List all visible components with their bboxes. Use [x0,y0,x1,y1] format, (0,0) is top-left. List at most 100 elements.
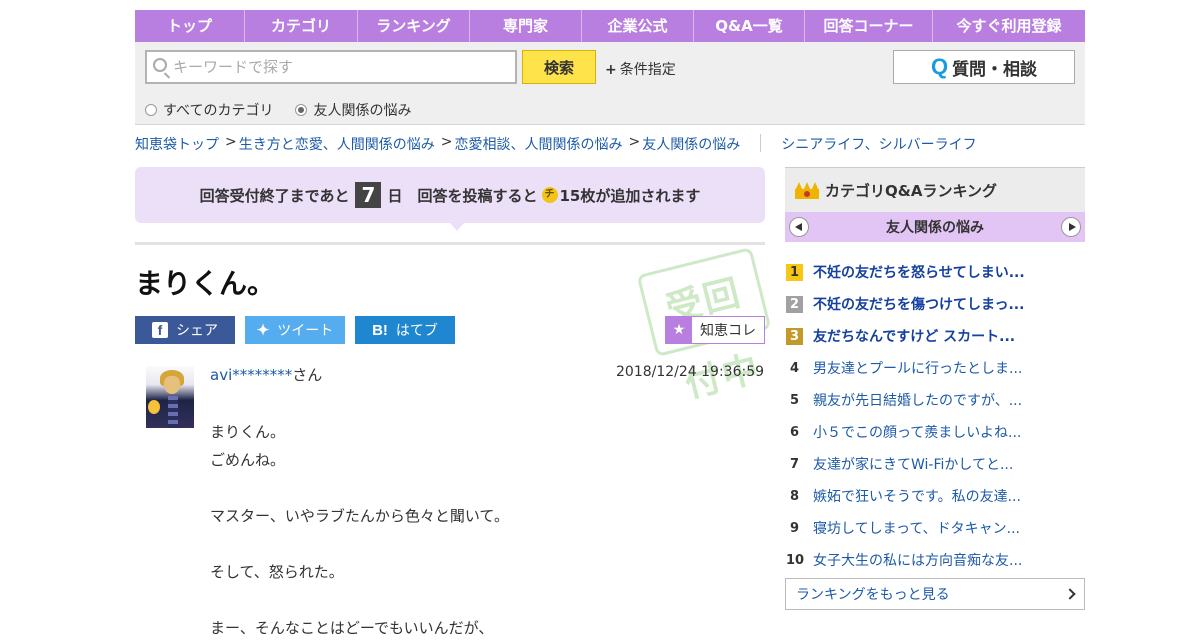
rank-link[interactable]: 女子大生の私には方向音痴な友... [813,550,1022,570]
share-twitter-button[interactable]: ✦ ツイート [245,316,345,344]
rank-number: 5 [789,392,800,408]
ranking-list: 1 不妊の友だちを怒らせてしまい... 2 不妊の友だちを傷つけてしまっ... 3友… [785,256,1085,576]
rank-number: 1 [786,263,803,281]
rank-link[interactable]: 男友達とプールに行ったとしま... [813,358,1022,378]
rank-link[interactable]: 親友が先日結婚したのですが、... [813,390,1022,410]
question-title: まりくん。 [135,267,276,300]
deadline-notice: 回答受付終了まであと 7 日 回答を投稿すると チ 15枚が追加されます [135,167,765,223]
share-label: はてブ [395,323,438,339]
breadcrumb-sep: > [225,134,237,150]
condition-link[interactable]: + 条件指定 [605,59,676,79]
ranking-more-button[interactable]: ランキングをもっと見る [785,578,1085,610]
rank-link[interactable]: 嫉妬で狂いそうです。私の友達... [813,486,1021,506]
list-item[interactable]: 2 不妊の友だちを傷つけてしまっ... [785,288,1085,320]
ranking-category-bar: 友人関係の悩み [785,212,1085,242]
post-date: 2018/12/24 19:36:59 [616,364,765,380]
list-item[interactable]: 9 寝坊してしまって、ドタキャン... [785,512,1085,544]
global-nav: トップ カテゴリ ランキング 専門家 企業公式 Q&A一覧 回答コーナー 今すぐ… [135,10,1085,42]
share-label: シェア [176,323,218,339]
twitter-icon: ✦ [256,322,270,339]
rank-link[interactable]: 小５でこの顔って羨ましいよね... [813,422,1021,442]
next-arrow-icon[interactable] [1061,217,1081,237]
rank-number: 10 [786,552,805,568]
nav-top[interactable]: トップ [135,10,245,42]
breadcrumb-divider [760,134,762,152]
notice-text: 回答受付終了まであと [199,186,350,205]
chie-collection-button[interactable]: ★ 知恵コレ [665,316,765,344]
list-item[interactable]: 3 友だちなんですけど スカート... [785,320,1085,352]
rank-link[interactable]: 友だちなんですけど スカート... [813,326,1015,346]
facebook-icon: f [152,322,168,338]
breadcrumb-sep: > [628,134,641,150]
breadcrumb-item[interactable]: 友人関係の悩み [642,134,740,154]
user-suffix: さん [292,366,323,384]
search-input[interactable] [173,56,503,78]
search-icon [153,58,167,72]
divider [135,242,765,245]
ranking-category: 友人関係の悩み [886,220,984,236]
body-line: そして、怒られた。 [210,563,344,581]
breadcrumb-item[interactable]: 知恵袋トップ [135,134,219,154]
crown-icon [795,181,819,199]
rank-link[interactable]: 友達が家にきてWi-Fiかしてと... [813,454,1013,474]
radio-dot-selected [295,104,308,116]
nav-answer-corner[interactable]: 回答コーナー [805,10,933,42]
radio-label: 友人関係の悩み [313,103,412,119]
body-line: まりくん。 [210,423,286,441]
user-link[interactable]: avi******** [210,366,292,384]
category-ranking: カテゴリQ&Aランキング 友人関係の悩み 1 不妊の友だちを怒らせてしまい... … [785,167,1085,610]
list-item[interactable]: 4 男友達とプールに行ったとしま... [785,352,1085,384]
search-button[interactable]: 検索 [522,50,596,84]
chevron-right-icon [1064,588,1076,600]
rank-number: 8 [789,488,800,504]
list-item[interactable]: 5 親友が先日結婚したのですが、... [785,384,1085,416]
chie-label: 知恵コレ [700,323,756,339]
nav-qa-list[interactable]: Q&A一覧 [694,10,805,42]
radio-label: すべてのカテゴリ [163,103,274,119]
body-line: まー、そんなことはどーでもいいんだが、 [210,619,494,637]
nav-official[interactable]: 企業公式 [582,10,694,42]
notice-text: 日 回答を投稿すると [387,186,538,205]
rank-link[interactable]: 不妊の友だちを怒らせてしまい... [813,262,1025,282]
body-line [210,530,509,558]
list-item[interactable]: 7 友達が家にきてWi-Fiかしてと... [785,448,1085,480]
rank-number: 4 [789,360,800,376]
ask-question-button[interactable]: Q 質問・相談 [893,50,1075,84]
share-label: ツイート [277,323,334,339]
ask-label: 質問・相談 [952,59,1038,80]
nav-expert[interactable]: 専門家 [470,10,582,42]
notice-pointer [450,223,464,231]
q-icon: Q [930,54,949,79]
hatena-icon: B! [372,321,388,339]
plus-icon: + [605,62,617,78]
category-radios: すべてのカテゴリ 友人関係の悩み [145,100,411,120]
share-hatena-button[interactable]: B! はてブ [355,316,455,344]
nav-category[interactable]: カテゴリ [245,10,358,42]
radio-all-categories[interactable]: すべてのカテゴリ [145,100,273,120]
breadcrumb-item[interactable]: 生き方と恋愛、人間関係の悩み [239,134,435,154]
nav-ranking[interactable]: ランキング [358,10,470,42]
list-item[interactable]: 6 小５でこの顔って羨ましいよね... [785,416,1085,448]
breadcrumb-related[interactable]: シニアライフ、シルバーライフ [781,134,976,154]
ranking-header: カテゴリQ&Aランキング [785,167,1085,212]
rank-number: 2 [786,295,803,313]
list-item[interactable]: 8 嫉妬で狂いそうです。私の友達... [785,480,1085,512]
rank-number: 7 [789,456,800,472]
notice-text: 15枚が追加されます [559,186,701,205]
nav-register[interactable]: 今すぐ利用登録 [933,10,1085,42]
rank-number: 9 [789,520,800,536]
radio-dot [145,104,157,116]
rank-link[interactable]: 不妊の友だちを傷つけてしまっ... [813,294,1024,314]
breadcrumb-item[interactable]: 恋愛相談、人間関係の悩み [454,134,622,154]
list-item[interactable]: 1 不妊の友だちを怒らせてしまい... [785,256,1085,288]
days-left: 7 [355,182,382,208]
coin-icon: チ [541,187,558,203]
list-item[interactable]: 10 女子大生の私には方向音痴な友... [785,544,1085,576]
rank-link[interactable]: 寝坊してしまって、ドタキャン... [813,518,1020,538]
avatar[interactable] [146,366,194,428]
share-facebook-button[interactable]: f シェア [135,316,235,344]
radio-current-category[interactable]: 友人関係の悩み [295,100,411,120]
rank-number: 6 [789,424,800,440]
user-name: avi********さん [210,364,322,385]
prev-arrow-icon[interactable] [789,217,809,237]
